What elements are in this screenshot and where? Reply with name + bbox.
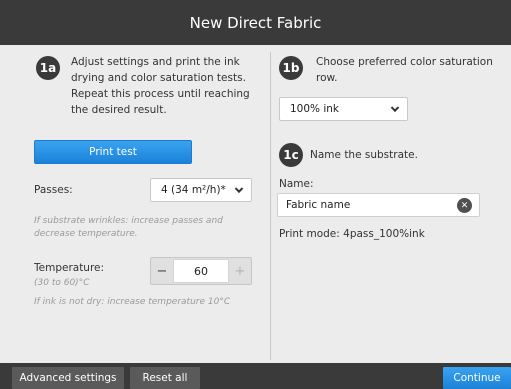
reset-all-button[interactable]: Reset all bbox=[130, 367, 200, 389]
saturation-dropdown[interactable]: 100% ink bbox=[279, 97, 408, 121]
panel-divider bbox=[270, 52, 271, 360]
advanced-settings-button[interactable]: Advanced settings bbox=[12, 367, 124, 389]
name-label: Name: bbox=[279, 178, 314, 190]
step-1a-instructions: Adjust settings and print the ink drying… bbox=[71, 56, 250, 116]
print-mode-text: Print mode: 4pass_100%ink bbox=[279, 228, 425, 240]
chevron-down-icon bbox=[390, 103, 400, 113]
advanced-settings-label: Advanced settings bbox=[19, 372, 117, 384]
step-1c-badge: 1c bbox=[279, 143, 303, 167]
temperature-value[interactable]: 60 bbox=[173, 259, 229, 283]
clear-icon[interactable]: ✕ bbox=[457, 198, 472, 213]
increase-button[interactable]: + bbox=[229, 258, 251, 284]
temperature-range: (30 to 60)°C bbox=[34, 278, 90, 288]
step-1a-badge: 1a bbox=[36, 56, 60, 80]
step-1b-badge: 1b bbox=[279, 56, 303, 80]
substrate-name-input[interactable]: Fabric name ✕ bbox=[277, 193, 480, 217]
footer-bar: Advanced settings Reset all Continue bbox=[0, 363, 511, 389]
chevron-down-icon bbox=[234, 184, 244, 194]
step-1c-instructions: Name the substrate. bbox=[310, 149, 418, 161]
decrease-button[interactable]: − bbox=[151, 258, 173, 284]
temperature-hint: If ink is not dry: increase temperature … bbox=[34, 297, 231, 307]
passes-value: 4 (34 m²/h)* bbox=[161, 184, 226, 196]
print-test-label: Print test bbox=[89, 146, 137, 158]
passes-dropdown[interactable]: 4 (34 m²/h)* bbox=[150, 178, 252, 202]
print-test-button[interactable]: Print test bbox=[34, 140, 192, 164]
passes-label: Passes: bbox=[34, 184, 73, 196]
continue-button[interactable]: Continue bbox=[443, 367, 511, 389]
passes-hint: If substrate wrinkles: increase passes a… bbox=[34, 216, 223, 239]
step-1b-instructions: Choose preferred color saturation row. bbox=[316, 56, 493, 84]
saturation-value: 100% ink bbox=[290, 103, 340, 115]
continue-label: Continue bbox=[453, 372, 501, 384]
title-bar: New Direct Fabric bbox=[0, 0, 511, 45]
reset-all-label: Reset all bbox=[142, 372, 188, 384]
temperature-label: Temperature: bbox=[34, 262, 105, 274]
temperature-stepper[interactable]: − 60 + bbox=[150, 257, 252, 285]
window-title: New Direct Fabric bbox=[189, 13, 322, 32]
substrate-name-value: Fabric name bbox=[286, 199, 351, 211]
